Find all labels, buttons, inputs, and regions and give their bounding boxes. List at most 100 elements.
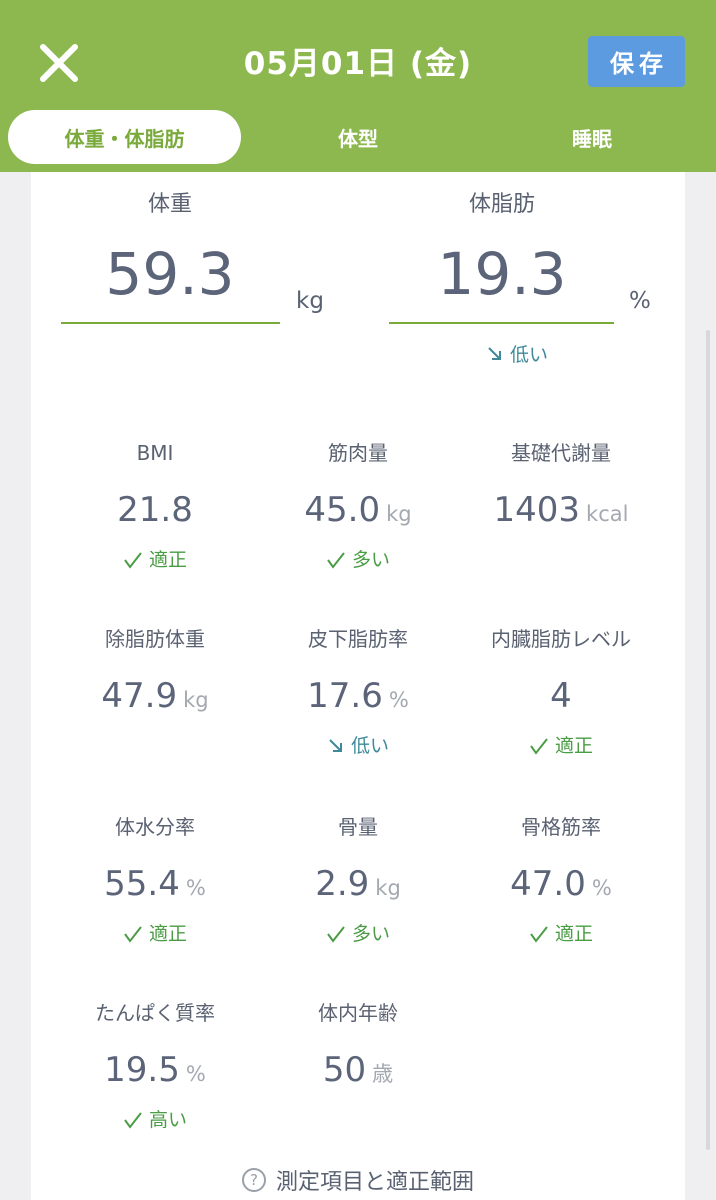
metric-label: BMI: [136, 441, 174, 465]
metric-unit: kg: [386, 502, 412, 526]
check-icon: [124, 1112, 142, 1129]
metric-value: 21.8: [117, 490, 193, 530]
check-icon: [530, 738, 548, 755]
metric-cell: 内臓脂肪レベル 4 適正: [452, 624, 670, 760]
metric-label: 筋肉量: [328, 441, 388, 465]
metric-cell: たんぱく質率 19.5% 高い: [46, 998, 264, 1134]
body-fat-status: 低い: [486, 340, 548, 367]
metric-status-text: 多い: [351, 549, 390, 571]
metric-value: 2.9: [315, 864, 370, 904]
metric-status-text: 多い: [351, 923, 390, 945]
metric-status-text: 適正: [148, 923, 187, 945]
metric-value-row: 50 歳: [249, 1048, 467, 1092]
metric-status: 高い: [123, 1106, 187, 1134]
metric-label: 体内年齢: [318, 1001, 398, 1025]
tab-sleep[interactable]: 睡眠: [492, 110, 692, 164]
body-fat-underline: [389, 322, 614, 324]
metric-status: 多い: [326, 920, 390, 948]
metric-value-row: 17.6%: [249, 674, 467, 718]
metric-status: 低い: [327, 732, 389, 760]
metric-cell: BMI 21.8 適正: [46, 438, 264, 574]
metric-value-row: 45.0 kg: [249, 488, 467, 532]
metric-cell: 体水分率 55.4% 適正: [46, 812, 264, 948]
check-icon: [124, 552, 142, 569]
metric-status-text: 適正: [148, 549, 187, 571]
metric-value-row: 1403 kcal: [452, 488, 670, 532]
metric-value: 50: [322, 1050, 367, 1090]
metric-value-row: 2.9 kg: [249, 862, 467, 906]
metric-cell: 体内年齢 50 歳: [249, 998, 467, 1092]
check-icon: [327, 552, 345, 569]
weight-underline: [61, 322, 280, 324]
metric-cell: 骨量 2.9 kg 多い: [249, 812, 467, 948]
measurement-ranges-label: 測定項目と適正範囲: [275, 1170, 474, 1195]
metric-label: たんぱく質率: [95, 1001, 215, 1025]
metric-value: 1403: [493, 490, 581, 530]
metric-label: 骨量: [338, 815, 378, 839]
tab-bar: 体重・体脂肪 体型 睡眠: [0, 110, 716, 164]
scrollbar[interactable]: [706, 330, 710, 1150]
body-fat-unit: %: [629, 288, 651, 314]
metric-value-row: 55.4%: [46, 862, 264, 906]
metric-unit: 歳: [372, 1062, 394, 1086]
weight-unit: kg: [296, 288, 324, 314]
weight-label: 体重: [147, 192, 192, 217]
metric-value-row: 47.9 kg: [46, 674, 264, 718]
weight-input[interactable]: 59.3: [60, 240, 280, 308]
body-fat-label: 体脂肪: [468, 192, 535, 217]
metric-value: 17.6: [307, 676, 383, 716]
metric-cell: 除脂肪体重 47.9 kg: [46, 624, 264, 718]
metric-label: 除脂肪体重: [105, 627, 205, 651]
metric-status: 多い: [326, 546, 390, 574]
check-icon: [327, 926, 345, 943]
metric-unit: %: [185, 876, 206, 900]
metric-unit: kcal: [586, 502, 629, 526]
tab-body-shape[interactable]: 体型: [258, 110, 458, 164]
metric-value: 47.9: [101, 676, 178, 716]
metric-status: 適正: [123, 546, 187, 574]
measurement-ranges-link[interactable]: ? 測定項目と適正範囲: [0, 1164, 716, 1196]
metric-cell: 筋肉量 45.0 kg 多い: [249, 438, 467, 574]
close-button[interactable]: [36, 40, 82, 86]
metric-unit: %: [185, 1062, 206, 1086]
metric-value: 4: [550, 676, 572, 716]
metric-cell: 皮下脂肪率 17.6% 低い: [249, 624, 467, 760]
metric-value: 19.5: [104, 1050, 180, 1090]
metric-status-text: 高い: [148, 1109, 187, 1131]
metric-label: 皮下脂肪率: [308, 627, 408, 651]
metric-value: 45.0: [304, 490, 381, 530]
close-icon: [40, 44, 78, 82]
save-button[interactable]: 保存: [588, 36, 685, 87]
arrow-down-right-icon: [329, 739, 342, 752]
metric-cell: 基礎代謝量 1403 kcal: [452, 438, 670, 532]
app-header: 05月01日 (金) 保存 体重・体脂肪 体型 睡眠: [0, 0, 716, 172]
check-icon: [124, 926, 142, 943]
metric-unit: %: [591, 876, 612, 900]
metric-status: 適正: [123, 920, 187, 948]
question-circle-icon: ?: [241, 1168, 266, 1192]
metric-label: 内臓脂肪レベル: [491, 627, 631, 651]
metric-unit: kg: [183, 688, 209, 712]
metric-status: 適正: [529, 732, 593, 760]
metric-status: 適正: [529, 920, 593, 948]
metric-value-row: 47.0%: [452, 862, 670, 906]
body-fat-status-text: 低い: [510, 344, 549, 366]
metric-unit: %: [388, 688, 409, 712]
check-icon: [530, 926, 548, 943]
metric-value: 47.0: [510, 864, 586, 904]
metric-status-text: 適正: [554, 735, 593, 757]
arrow-down-right-icon: [488, 346, 501, 360]
metric-value-row: 21.8: [46, 488, 264, 532]
metric-cell: 骨格筋率 47.0% 適正: [452, 812, 670, 948]
tab-weight-bodyfat[interactable]: 体重・体脂肪: [8, 110, 241, 164]
metric-value: 55.4: [104, 864, 180, 904]
body-fat-input[interactable]: 19.3: [390, 240, 614, 308]
metric-value-row: 19.5%: [46, 1048, 264, 1092]
metric-status-text: 低い: [350, 735, 389, 757]
metric-label: 基礎代謝量: [511, 441, 611, 465]
metric-label: 骨格筋率: [521, 815, 601, 839]
metric-status-text: 適正: [554, 923, 593, 945]
metric-value-row: 4: [452, 674, 670, 718]
metric-unit: kg: [375, 876, 401, 900]
metric-label: 体水分率: [115, 815, 195, 839]
